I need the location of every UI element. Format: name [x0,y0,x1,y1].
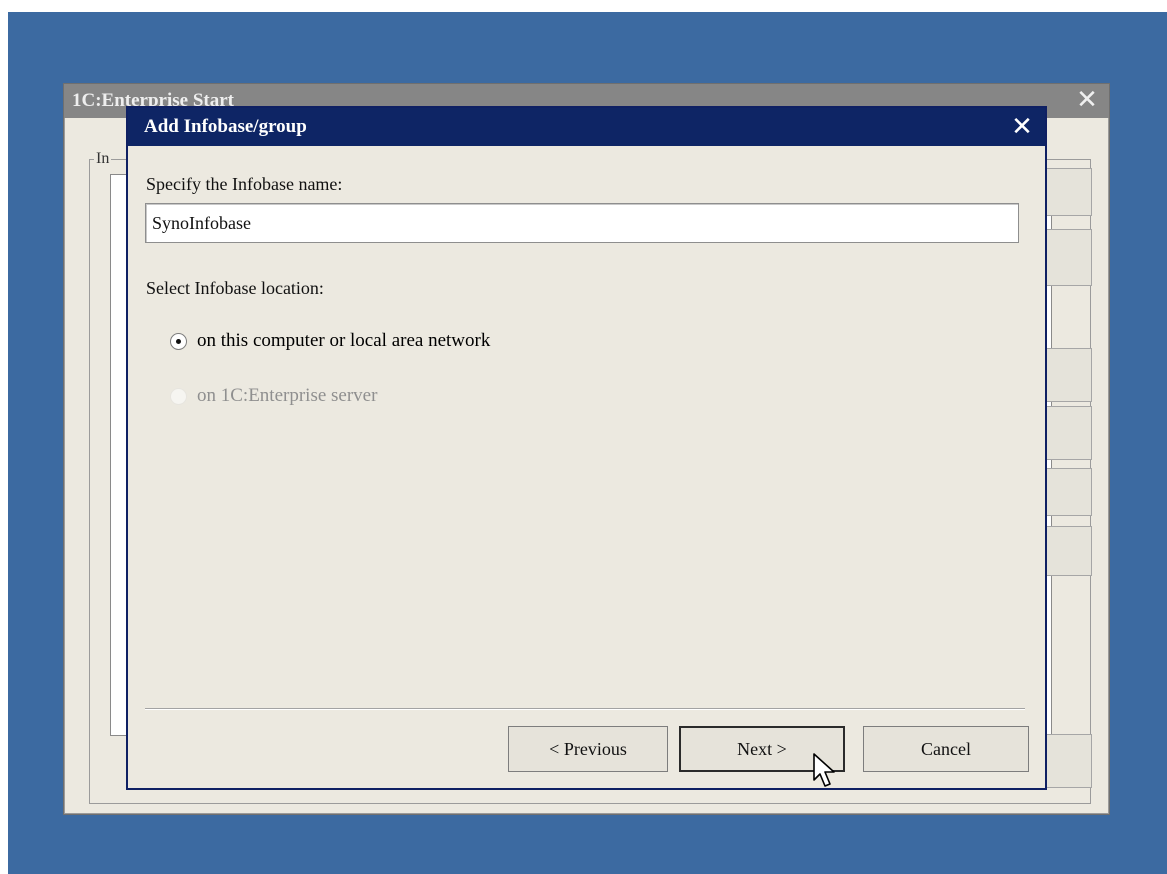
dialog-titlebar[interactable]: Add Infobase/group [128,108,1045,146]
background-side-button[interactable] [1042,468,1092,516]
background-side-button[interactable] [1042,168,1092,216]
cancel-button[interactable]: Cancel [863,726,1029,772]
background-side-button[interactable] [1042,406,1092,460]
background-side-button[interactable] [1042,734,1092,788]
close-icon[interactable]: ✕ [1007,112,1037,142]
location-label: Select Infobase location: [146,278,324,298]
radio-option-local[interactable]: on this computer or local area network [170,330,490,352]
background-close-icon[interactable]: ✕ [1073,86,1101,114]
infobase-name-input[interactable] [145,203,1019,243]
background-side-button[interactable] [1042,348,1092,402]
radio-button-server [170,387,187,405]
radio-label-server: on 1C:Enterprise server [197,385,378,406]
background-group-legend: In [94,150,112,168]
background-side-button[interactable] [1042,526,1092,576]
radio-label-local: on this computer or local area network [197,330,491,351]
previous-button[interactable]: < Previous [508,726,668,772]
infobase-name-label: Specify the Infobase name: [146,174,343,194]
mouse-pointer-icon [813,753,835,787]
dialog-title: Add Infobase/group [144,116,307,137]
background-side-button[interactable] [1042,229,1092,286]
radio-button-local[interactable] [170,332,187,350]
radio-option-server: on 1C:Enterprise server [170,385,377,407]
add-infobase-dialog: Add Infobase/group ✕ Specify the Infobas… [126,106,1047,790]
button-separator [145,708,1025,710]
